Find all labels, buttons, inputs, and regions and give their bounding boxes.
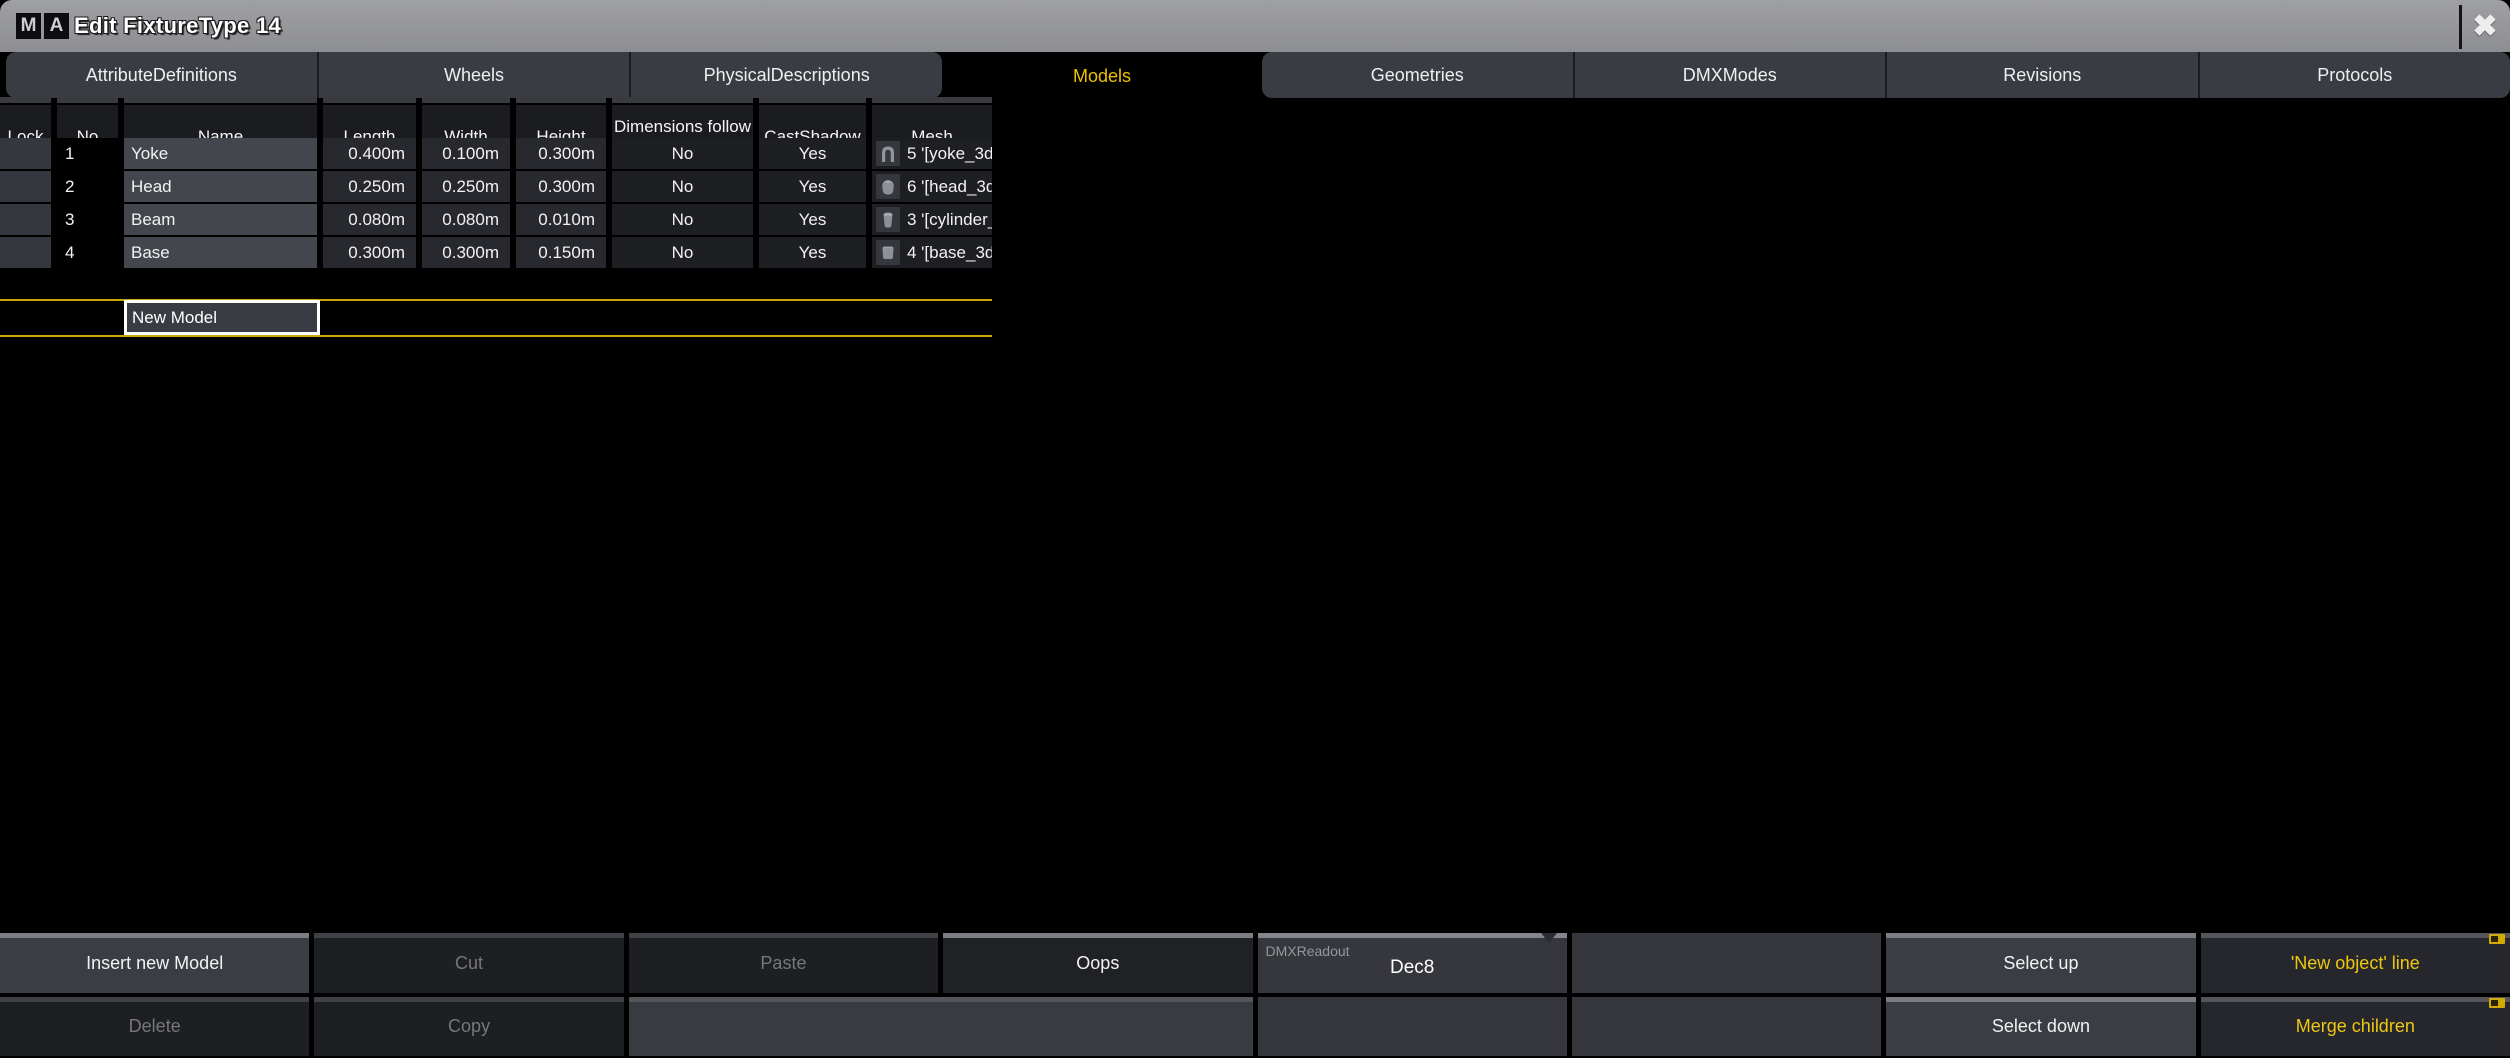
row-number-cell: 3 — [57, 204, 118, 235]
tab-attributedefinitions[interactable]: AttributeDefinitions — [6, 52, 317, 98]
width-cell[interactable]: 0.080m — [422, 204, 510, 235]
chevron-down-icon — [1541, 933, 1557, 943]
length-cell[interactable]: 0.080m — [323, 204, 416, 235]
width-cell[interactable]: 0.100m — [422, 138, 510, 169]
width-cell[interactable]: 0.300m — [422, 237, 510, 268]
ma-logo-a: A — [44, 13, 69, 39]
follow-ratio-cell[interactable]: No — [612, 138, 753, 169]
new-object-line-label: 'New object' line — [2291, 953, 2420, 974]
castshadow-cell[interactable]: Yes — [759, 171, 866, 202]
mesh-label: 4 '[base_3d — [907, 243, 992, 263]
ma-logo: M A — [16, 13, 69, 39]
row-number-cell: 4 — [57, 237, 118, 268]
tab-models-active[interactable]: Models — [942, 52, 1262, 100]
height-cell[interactable]: 0.010m — [516, 204, 606, 235]
ma-logo-m: M — [16, 13, 41, 39]
name-cell[interactable]: Head — [124, 171, 317, 202]
mesh-label: 6 '[head_3d — [907, 177, 992, 197]
name-cell[interactable]: Yoke — [124, 138, 317, 169]
titlebar-divider — [2459, 5, 2462, 49]
lock-cell[interactable] — [0, 237, 51, 268]
tab-geometries[interactable]: Geometries — [1262, 52, 1573, 98]
row-number-cell: 1 — [57, 138, 118, 169]
oops-button[interactable]: Oops — [943, 933, 1252, 993]
window-title: Edit FixtureType 14 — [74, 0, 281, 52]
base-mesh-icon — [876, 240, 900, 265]
new-object-line-toggle[interactable]: 'New object' line — [2201, 933, 2510, 993]
tab-bar: AttributeDefinitions Wheels PhysicalDesc… — [0, 52, 2510, 100]
toggle-on-indicator-icon — [2489, 998, 2505, 1008]
insert-new-model-button[interactable]: Insert new Model — [0, 933, 309, 993]
castshadow-cell[interactable]: Yes — [759, 237, 866, 268]
length-cell[interactable]: 0.250m — [323, 171, 416, 202]
follow-ratio-cell[interactable]: No — [612, 171, 753, 202]
dmx-readout-dropdown[interactable]: DMXReadout Dec8 — [1258, 933, 1567, 993]
cut-button[interactable]: Cut — [314, 933, 623, 993]
mesh-label: 5 '[yoke_3d — [907, 144, 992, 164]
dmx-readout-value: Dec8 — [1390, 957, 1434, 979]
lock-cell[interactable] — [0, 138, 51, 169]
mesh-cell[interactable]: 6 '[head_3d — [872, 171, 992, 202]
new-model-input[interactable]: New Model — [124, 300, 320, 335]
length-cell[interactable]: 0.400m — [323, 138, 416, 169]
merge-children-label: Merge children — [2296, 1016, 2415, 1037]
select-up-button[interactable]: Select up — [1886, 933, 2195, 993]
new-object-line-bottom — [0, 335, 992, 337]
name-cell[interactable]: Base — [124, 237, 317, 268]
mesh-cell[interactable]: 3 '[cylinder_ — [872, 204, 992, 235]
toggle-on-indicator-icon — [2489, 934, 2505, 944]
tab-protocols[interactable]: Protocols — [2198, 52, 2510, 98]
tab-revisions[interactable]: Revisions — [1885, 52, 2198, 98]
merge-children-toggle[interactable]: Merge children — [2201, 997, 2510, 1056]
lock-cell[interactable] — [0, 204, 51, 235]
tab-group-right: Geometries DMXModes Revisions Protocols — [1262, 52, 2510, 98]
castshadow-cell[interactable]: Yes — [759, 138, 866, 169]
height-cell[interactable]: 0.300m — [516, 171, 606, 202]
empty-panel-wide — [629, 997, 1253, 1056]
title-bar: M A Edit FixtureType 14 ✖ — [0, 0, 2510, 52]
height-cell[interactable]: 0.300m — [516, 138, 606, 169]
empty-panel — [1572, 933, 1881, 993]
length-cell[interactable]: 0.300m — [323, 237, 416, 268]
empty-panel — [1572, 997, 1881, 1056]
models-table: Lock No Name Length Width Height Dimensi… — [0, 105, 992, 268]
select-down-button[interactable]: Select down — [1886, 997, 2195, 1056]
paste-button[interactable]: Paste — [629, 933, 938, 993]
lock-cell[interactable] — [0, 171, 51, 202]
column-resize-strip[interactable] — [0, 97, 992, 103]
tab-physicaldescriptions[interactable]: PhysicalDescriptions — [629, 52, 942, 98]
name-cell[interactable]: Beam — [124, 204, 317, 235]
dmx-readout-label: DMXReadout — [1266, 943, 1350, 959]
follow-ratio-cell[interactable]: No — [612, 237, 753, 268]
head-mesh-icon — [876, 174, 900, 199]
tab-wheels[interactable]: Wheels — [317, 52, 630, 98]
close-icon[interactable]: ✖ — [2463, 3, 2507, 49]
empty-panel — [1258, 997, 1567, 1056]
height-cell[interactable]: 0.150m — [516, 237, 606, 268]
mesh-cell[interactable]: 4 '[base_3d — [872, 237, 992, 268]
mesh-cell[interactable]: 5 '[yoke_3d — [872, 138, 992, 169]
mesh-label: 3 '[cylinder_ — [907, 210, 992, 230]
row-number-cell: 2 — [57, 171, 118, 202]
yoke-mesh-icon — [876, 141, 900, 166]
castshadow-cell[interactable]: Yes — [759, 204, 866, 235]
copy-button[interactable]: Copy — [314, 997, 623, 1056]
bottom-bar: Insert new Model Cut Paste Oops DMXReado… — [0, 933, 2510, 1058]
delete-button[interactable]: Delete — [0, 997, 309, 1056]
cylinder-mesh-icon — [876, 207, 900, 232]
follow-ratio-cell[interactable]: No — [612, 204, 753, 235]
width-cell[interactable]: 0.250m — [422, 171, 510, 202]
tab-dmxmodes[interactable]: DMXModes — [1573, 52, 1886, 98]
tab-group-left: AttributeDefinitions Wheels PhysicalDesc… — [6, 52, 942, 98]
